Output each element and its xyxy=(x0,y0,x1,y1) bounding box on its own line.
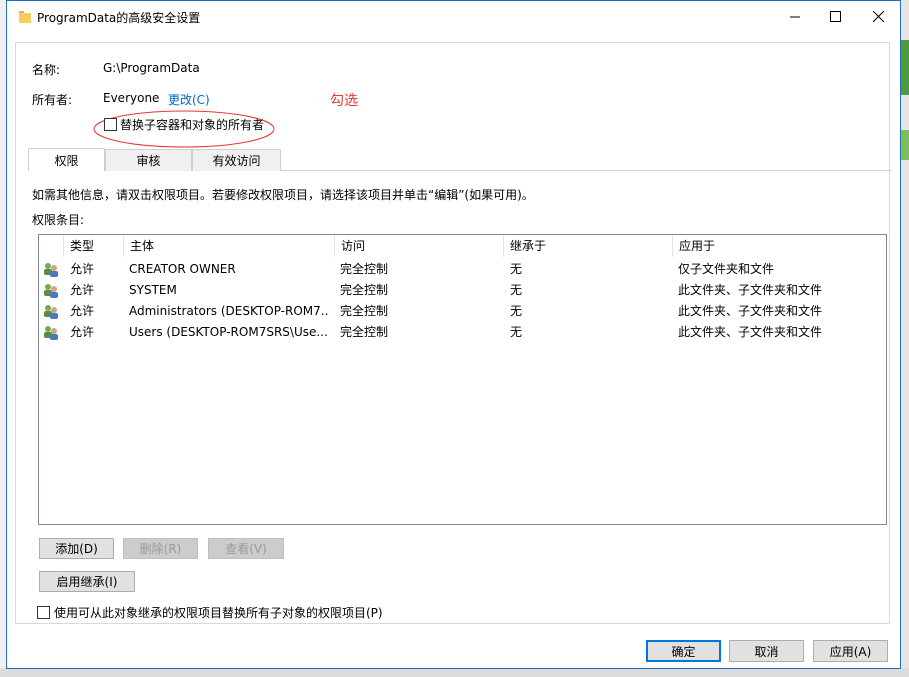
cell-principal: SYSTEM xyxy=(129,283,177,297)
maximize-button[interactable] xyxy=(815,1,855,32)
table-row[interactable]: 允许 CREATOR OWNER 完全控制 无 仅子文件夹和文件 xyxy=(39,259,886,280)
cell-access: 完全控制 xyxy=(340,262,389,276)
user-group-icon xyxy=(44,263,58,277)
table-row[interactable]: 允许 SYSTEM 完全控制 无 此文件夹、子文件夹和文件 xyxy=(39,280,886,301)
folder-icon xyxy=(19,11,31,23)
tab-label: 权限 xyxy=(54,153,79,168)
cell-inherited-from: 无 xyxy=(510,283,523,297)
cell-applies-to: 此文件夹、子文件夹和文件 xyxy=(678,325,823,339)
cell-access: 完全控制 xyxy=(340,283,389,297)
column-header-inherited-from[interactable]: 继承于 xyxy=(504,235,673,257)
apply-button[interactable]: 应用(A) xyxy=(813,640,888,662)
change-owner-link[interactable]: 更改(C) xyxy=(168,91,210,108)
add-button[interactable]: 添加(D) xyxy=(39,538,114,559)
dialog-content: 名称: G:\ProgramData 所有者: Everyone 更改(C) 勾… xyxy=(15,42,891,624)
user-group-icon xyxy=(44,284,58,298)
cell-access: 完全控制 xyxy=(340,325,389,339)
cell-applies-to: 仅子文件夹和文件 xyxy=(678,262,775,276)
cell-inherited-from: 无 xyxy=(510,304,523,318)
column-header-access[interactable]: 访问 xyxy=(335,235,504,257)
cell-type: 允许 xyxy=(70,262,95,276)
maximize-icon xyxy=(829,11,841,22)
background-decoration xyxy=(900,40,909,95)
cell-principal: Administrators (DESKTOP-ROM7... xyxy=(129,304,329,318)
user-group-icon xyxy=(44,326,58,340)
enable-inheritance-button[interactable]: 启用继承(I) xyxy=(39,571,135,592)
list-header: 类型 主体 访问 继承于 应用于 xyxy=(39,235,886,257)
owner-value: Everyone xyxy=(103,91,160,105)
minimize-icon xyxy=(789,16,800,18)
column-header-type[interactable]: 类型 xyxy=(64,235,124,257)
cell-type: 允许 xyxy=(70,325,95,339)
advanced-security-dialog: ProgramData的高级安全设置 名称: G:\ProgramData 所有… xyxy=(6,0,901,669)
user-group-icon xyxy=(44,305,58,319)
cell-applies-to: 此文件夹、子文件夹和文件 xyxy=(678,304,823,318)
title-bar[interactable]: ProgramData的高级安全设置 xyxy=(7,1,900,32)
remove-button[interactable]: 删除(R) xyxy=(123,538,198,559)
cell-principal: CREATOR OWNER xyxy=(129,262,236,276)
name-value: G:\ProgramData xyxy=(103,61,200,75)
permission-entries-list[interactable]: 类型 主体 访问 继承于 应用于 允许 CREATOR OWNER 完全控制 无… xyxy=(38,234,887,525)
tab-label: 有效访问 xyxy=(212,154,261,168)
cell-access: 完全控制 xyxy=(340,304,389,318)
view-button[interactable]: 查看(V) xyxy=(208,538,284,559)
close-button[interactable] xyxy=(858,1,898,32)
tab-effective-access[interactable]: 有效访问 xyxy=(192,149,281,171)
tab-permissions[interactable]: 权限 xyxy=(28,148,105,171)
cell-type: 允许 xyxy=(70,283,95,297)
background-decoration xyxy=(900,130,909,160)
cell-principal: Users (DESKTOP-ROM7SRS\Use... xyxy=(129,325,328,339)
column-icon xyxy=(39,235,64,257)
owner-label: 所有者: xyxy=(32,93,73,107)
entries-label: 权限条目: xyxy=(32,213,85,227)
background-window-bottom xyxy=(0,668,909,677)
window-title: ProgramData的高级安全设置 xyxy=(37,11,201,25)
cancel-button[interactable]: 取消 xyxy=(729,640,804,662)
background-window-right xyxy=(900,0,909,677)
minimize-button[interactable] xyxy=(775,1,815,32)
table-row[interactable]: 允许 Users (DESKTOP-ROM7SRS\Use... 完全控制 无 … xyxy=(39,322,886,343)
annotation-text: 勾选 xyxy=(330,93,358,109)
ok-button[interactable]: 确定 xyxy=(646,640,721,662)
tab-label: 审核 xyxy=(136,154,161,168)
replace-child-permissions-checkbox[interactable] xyxy=(37,606,50,619)
cell-inherited-from: 无 xyxy=(510,262,523,276)
replace-child-permissions-label: 使用可从此对象继承的权限项目替换所有子对象的权限项目(P) xyxy=(54,606,383,620)
column-header-principal[interactable]: 主体 xyxy=(124,235,335,257)
cell-type: 允许 xyxy=(70,304,95,318)
replace-owner-label: 替换子容器和对象的所有者 xyxy=(120,118,265,132)
table-row[interactable]: 允许 Administrators (DESKTOP-ROM7... 完全控制 … xyxy=(39,301,886,322)
cell-applies-to: 此文件夹、子文件夹和文件 xyxy=(678,283,823,297)
name-label: 名称: xyxy=(32,63,61,77)
column-header-applies-to[interactable]: 应用于 xyxy=(673,235,886,257)
tab-auditing[interactable]: 审核 xyxy=(105,149,192,171)
instructions-text: 如需其他信息，请双击权限项目。若要修改权限项目，请选择该项目并单击“编辑”(如果… xyxy=(32,188,534,202)
close-icon xyxy=(872,11,884,22)
replace-owner-checkbox[interactable] xyxy=(104,118,117,131)
cell-inherited-from: 无 xyxy=(510,325,523,339)
